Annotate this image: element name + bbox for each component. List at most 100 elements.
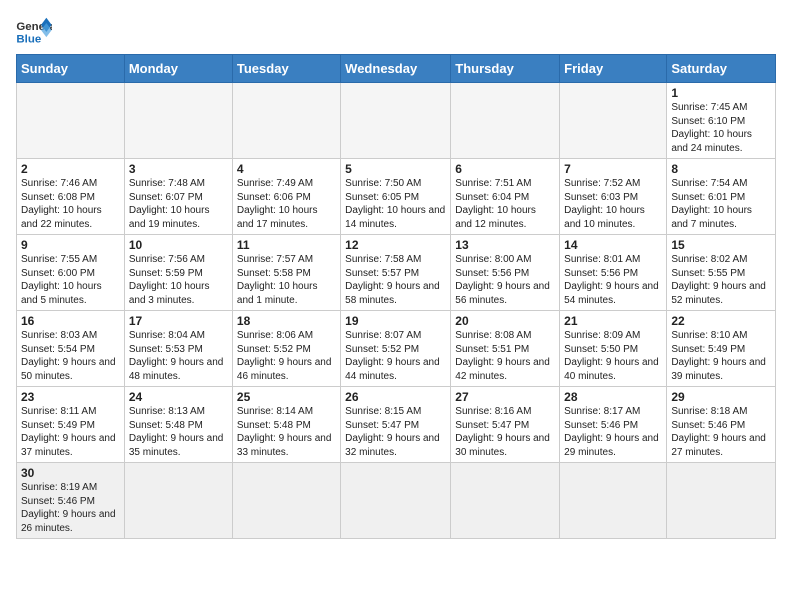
logo: General Blue (16, 16, 52, 46)
day-number: 3 (129, 162, 228, 176)
day-info: Sunrise: 7:50 AM Sunset: 6:05 PM Dayligh… (345, 177, 446, 231)
calendar-week-row: 2Sunrise: 7:46 AM Sunset: 6:08 PM Daylig… (17, 159, 776, 235)
column-header-thursday: Thursday (451, 55, 560, 83)
day-number: 6 (455, 162, 555, 176)
day-info: Sunrise: 7:57 AM Sunset: 5:58 PM Dayligh… (237, 253, 336, 307)
calendar-week-row: 23Sunrise: 8:11 AM Sunset: 5:49 PM Dayli… (17, 387, 776, 463)
day-info: Sunrise: 8:16 AM Sunset: 5:47 PM Dayligh… (455, 405, 555, 459)
day-number: 25 (237, 390, 336, 404)
calendar-cell: 11Sunrise: 7:57 AM Sunset: 5:58 PM Dayli… (232, 235, 340, 311)
calendar-table: SundayMondayTuesdayWednesdayThursdayFrid… (16, 54, 776, 539)
page-header: General Blue (16, 16, 776, 46)
day-info: Sunrise: 7:49 AM Sunset: 6:06 PM Dayligh… (237, 177, 336, 231)
calendar-cell (341, 83, 451, 159)
calendar-cell: 5Sunrise: 7:50 AM Sunset: 6:05 PM Daylig… (341, 159, 451, 235)
calendar-cell: 24Sunrise: 8:13 AM Sunset: 5:48 PM Dayli… (124, 387, 232, 463)
day-info: Sunrise: 8:04 AM Sunset: 5:53 PM Dayligh… (129, 329, 228, 383)
calendar-cell (341, 463, 451, 539)
calendar-cell (451, 83, 560, 159)
day-number: 22 (671, 314, 771, 328)
day-info: Sunrise: 8:03 AM Sunset: 5:54 PM Dayligh… (21, 329, 120, 383)
day-number: 11 (237, 238, 336, 252)
svg-text:Blue: Blue (16, 33, 41, 45)
calendar-cell (667, 463, 776, 539)
calendar-cell (560, 463, 667, 539)
calendar-week-row: 1Sunrise: 7:45 AM Sunset: 6:10 PM Daylig… (17, 83, 776, 159)
day-number: 26 (345, 390, 446, 404)
day-number: 17 (129, 314, 228, 328)
column-header-friday: Friday (560, 55, 667, 83)
day-info: Sunrise: 8:06 AM Sunset: 5:52 PM Dayligh… (237, 329, 336, 383)
day-number: 13 (455, 238, 555, 252)
day-info: Sunrise: 7:48 AM Sunset: 6:07 PM Dayligh… (129, 177, 228, 231)
calendar-cell (232, 83, 340, 159)
column-header-tuesday: Tuesday (232, 55, 340, 83)
calendar-cell: 30Sunrise: 8:19 AM Sunset: 5:46 PM Dayli… (17, 463, 125, 539)
day-info: Sunrise: 8:18 AM Sunset: 5:46 PM Dayligh… (671, 405, 771, 459)
day-info: Sunrise: 8:00 AM Sunset: 5:56 PM Dayligh… (455, 253, 555, 307)
calendar-cell: 26Sunrise: 8:15 AM Sunset: 5:47 PM Dayli… (341, 387, 451, 463)
day-info: Sunrise: 7:58 AM Sunset: 5:57 PM Dayligh… (345, 253, 446, 307)
calendar-week-row: 16Sunrise: 8:03 AM Sunset: 5:54 PM Dayli… (17, 311, 776, 387)
day-info: Sunrise: 8:08 AM Sunset: 5:51 PM Dayligh… (455, 329, 555, 383)
day-number: 18 (237, 314, 336, 328)
day-info: Sunrise: 8:10 AM Sunset: 5:49 PM Dayligh… (671, 329, 771, 383)
column-header-wednesday: Wednesday (341, 55, 451, 83)
day-number: 12 (345, 238, 446, 252)
day-number: 24 (129, 390, 228, 404)
day-number: 10 (129, 238, 228, 252)
day-number: 7 (564, 162, 662, 176)
calendar-week-row: 9Sunrise: 7:55 AM Sunset: 6:00 PM Daylig… (17, 235, 776, 311)
calendar-cell: 1Sunrise: 7:45 AM Sunset: 6:10 PM Daylig… (667, 83, 776, 159)
calendar-cell (124, 463, 232, 539)
day-info: Sunrise: 8:14 AM Sunset: 5:48 PM Dayligh… (237, 405, 336, 459)
calendar-cell: 16Sunrise: 8:03 AM Sunset: 5:54 PM Dayli… (17, 311, 125, 387)
day-info: Sunrise: 8:17 AM Sunset: 5:46 PM Dayligh… (564, 405, 662, 459)
day-info: Sunrise: 8:09 AM Sunset: 5:50 PM Dayligh… (564, 329, 662, 383)
calendar-cell: 22Sunrise: 8:10 AM Sunset: 5:49 PM Dayli… (667, 311, 776, 387)
calendar-cell: 17Sunrise: 8:04 AM Sunset: 5:53 PM Dayli… (124, 311, 232, 387)
calendar-cell: 6Sunrise: 7:51 AM Sunset: 6:04 PM Daylig… (451, 159, 560, 235)
day-info: Sunrise: 7:55 AM Sunset: 6:00 PM Dayligh… (21, 253, 120, 307)
day-info: Sunrise: 7:46 AM Sunset: 6:08 PM Dayligh… (21, 177, 120, 231)
day-number: 27 (455, 390, 555, 404)
day-number: 5 (345, 162, 446, 176)
calendar-cell (124, 83, 232, 159)
calendar-cell: 12Sunrise: 7:58 AM Sunset: 5:57 PM Dayli… (341, 235, 451, 311)
calendar-cell: 15Sunrise: 8:02 AM Sunset: 5:55 PM Dayli… (667, 235, 776, 311)
calendar-cell: 19Sunrise: 8:07 AM Sunset: 5:52 PM Dayli… (341, 311, 451, 387)
day-info: Sunrise: 7:54 AM Sunset: 6:01 PM Dayligh… (671, 177, 771, 231)
calendar-week-row: 30Sunrise: 8:19 AM Sunset: 5:46 PM Dayli… (17, 463, 776, 539)
calendar-cell (560, 83, 667, 159)
column-header-saturday: Saturday (667, 55, 776, 83)
day-number: 16 (21, 314, 120, 328)
column-header-sunday: Sunday (17, 55, 125, 83)
calendar-cell: 4Sunrise: 7:49 AM Sunset: 6:06 PM Daylig… (232, 159, 340, 235)
calendar-cell: 7Sunrise: 7:52 AM Sunset: 6:03 PM Daylig… (560, 159, 667, 235)
day-number: 19 (345, 314, 446, 328)
calendar-cell: 10Sunrise: 7:56 AM Sunset: 5:59 PM Dayli… (124, 235, 232, 311)
day-number: 4 (237, 162, 336, 176)
day-number: 21 (564, 314, 662, 328)
calendar-cell: 9Sunrise: 7:55 AM Sunset: 6:00 PM Daylig… (17, 235, 125, 311)
calendar-cell (232, 463, 340, 539)
day-number: 2 (21, 162, 120, 176)
day-info: Sunrise: 8:01 AM Sunset: 5:56 PM Dayligh… (564, 253, 662, 307)
calendar-cell (17, 83, 125, 159)
day-number: 23 (21, 390, 120, 404)
calendar-cell: 28Sunrise: 8:17 AM Sunset: 5:46 PM Dayli… (560, 387, 667, 463)
day-info: Sunrise: 8:13 AM Sunset: 5:48 PM Dayligh… (129, 405, 228, 459)
generalblue-logo-icon: General Blue (16, 16, 52, 46)
day-number: 9 (21, 238, 120, 252)
day-number: 14 (564, 238, 662, 252)
calendar-cell: 21Sunrise: 8:09 AM Sunset: 5:50 PM Dayli… (560, 311, 667, 387)
day-number: 8 (671, 162, 771, 176)
calendar-cell: 23Sunrise: 8:11 AM Sunset: 5:49 PM Dayli… (17, 387, 125, 463)
calendar-cell: 2Sunrise: 7:46 AM Sunset: 6:08 PM Daylig… (17, 159, 125, 235)
day-number: 29 (671, 390, 771, 404)
calendar-cell: 13Sunrise: 8:00 AM Sunset: 5:56 PM Dayli… (451, 235, 560, 311)
calendar-cell: 20Sunrise: 8:08 AM Sunset: 5:51 PM Dayli… (451, 311, 560, 387)
day-info: Sunrise: 7:56 AM Sunset: 5:59 PM Dayligh… (129, 253, 228, 307)
day-info: Sunrise: 7:52 AM Sunset: 6:03 PM Dayligh… (564, 177, 662, 231)
day-info: Sunrise: 8:02 AM Sunset: 5:55 PM Dayligh… (671, 253, 771, 307)
